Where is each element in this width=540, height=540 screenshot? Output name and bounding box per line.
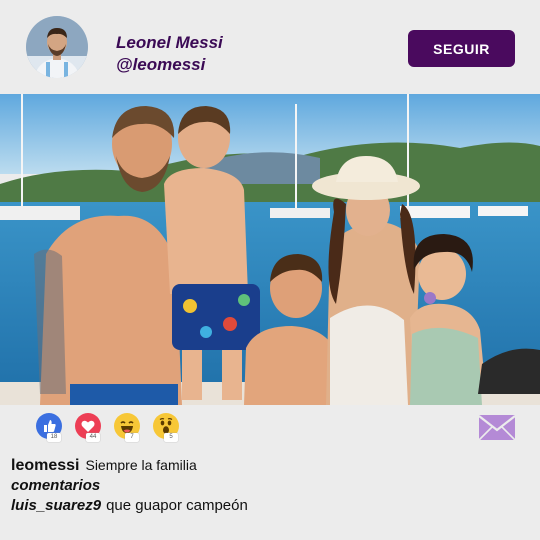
profile-name[interactable]: Leonel Messi <box>116 32 223 54</box>
comments-label[interactable]: comentarios <box>11 477 100 495</box>
haha-count: 7 <box>125 433 139 442</box>
haha-reaction[interactable]: 7 <box>114 413 140 442</box>
wow-count: 5 <box>164 433 178 442</box>
wow-reaction[interactable]: 5 <box>153 413 179 442</box>
love-reaction[interactable]: 44 <box>75 413 101 442</box>
family-photo-image <box>0 94 540 405</box>
like-reaction[interactable]: 18 <box>36 413 62 442</box>
like-count: 18 <box>47 433 61 442</box>
post-photo[interactable] <box>0 94 540 405</box>
comment-username[interactable]: luis_suarez9 <box>11 497 101 514</box>
comment-text: que guapor campeón <box>106 497 248 514</box>
caption-username[interactable]: leomessi <box>11 457 79 474</box>
share-button[interactable] <box>478 412 516 442</box>
mail-icon <box>478 415 516 441</box>
avatar-image <box>26 16 88 78</box>
avatar[interactable] <box>26 16 88 78</box>
follow-button[interactable]: SEGUIR <box>408 30 515 67</box>
post-caption: leomessi Siempre la familia <box>11 456 197 475</box>
love-count: 44 <box>86 433 100 442</box>
reactions-bar: 18 44 7 5 <box>36 413 216 445</box>
post-header: Leonel Messi @leomessi SEGUIR <box>0 0 540 94</box>
caption-text: Siempre la familia <box>85 457 197 473</box>
comment-item: luis_suarez9 que guapor campeón <box>11 496 248 516</box>
profile-handle[interactable]: @leomessi <box>116 54 205 76</box>
